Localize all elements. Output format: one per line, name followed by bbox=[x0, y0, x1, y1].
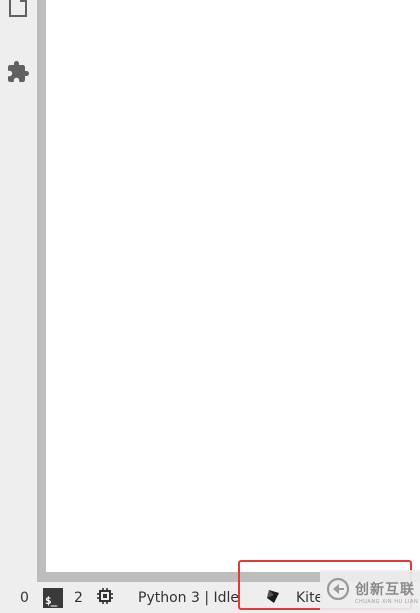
terminals-count: 2 bbox=[74, 589, 83, 606]
kernel-status-text: Python 3 | Idle bbox=[138, 589, 240, 606]
watermark-main-text: 创新互联 bbox=[355, 581, 415, 598]
kernel-status[interactable]: Python 3 | Idle bbox=[138, 582, 239, 613]
kernel-resources-indicator[interactable] bbox=[96, 582, 114, 613]
file-browser-tab[interactable] bbox=[4, 0, 32, 20]
problems-count-value: 0 bbox=[20, 589, 29, 606]
watermark-sub-text: CHUANG XIN HU LIAN bbox=[355, 598, 419, 605]
kite-status[interactable]: Kite bbox=[265, 582, 323, 613]
main-work-area bbox=[46, 0, 420, 572]
extension-manager-tab[interactable] bbox=[4, 58, 32, 86]
cpu-chip-icon bbox=[96, 587, 114, 609]
terminal-icon: $_ bbox=[43, 587, 63, 608]
watermark: 创新互联 CHUANG XIN HU LIAN bbox=[320, 570, 420, 613]
kite-icon bbox=[265, 587, 283, 609]
extension-icon bbox=[6, 60, 30, 84]
sidebar-splitter[interactable] bbox=[37, 0, 46, 582]
file-icon bbox=[7, 0, 29, 17]
problems-count[interactable]: 0 bbox=[20, 582, 29, 613]
left-activity-bar bbox=[0, 0, 37, 582]
watermark-text-block: 创新互联 CHUANG XIN HU LIAN bbox=[355, 579, 418, 605]
watermark-logo-icon bbox=[326, 577, 350, 606]
terminals-indicator[interactable]: $_ 2 bbox=[43, 582, 83, 613]
jupyterlab-window: 0 $_ 2 Python 3 | Idle Kite 创新互联 CHUANG … bbox=[0, 0, 420, 613]
